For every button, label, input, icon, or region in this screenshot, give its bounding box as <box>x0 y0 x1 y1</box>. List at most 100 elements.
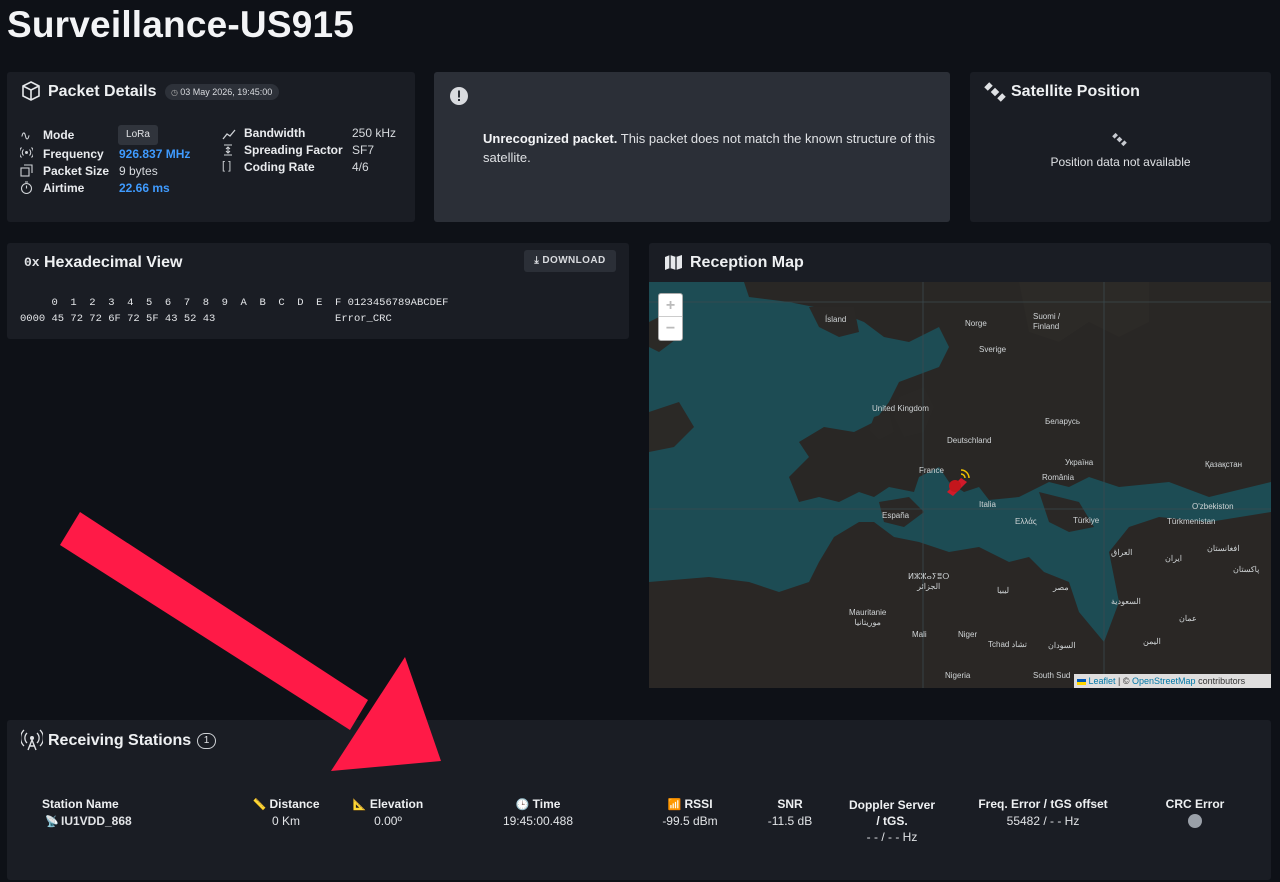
map-label-france: France <box>919 466 944 475</box>
reception-map-title: Reception Map <box>690 254 804 271</box>
satellite-position-title: Satellite Position <box>1011 83 1140 100</box>
map-label-belarus: Беларусь <box>1045 417 1080 426</box>
frequency-label: Frequency <box>43 147 104 161</box>
map-label-algeria: ⵍⵣⵣⴰⵢⴻⵔ الجزائر <box>908 572 950 591</box>
header-doppler-line1: Doppler Server <box>848 798 936 812</box>
clock-small-icon: 🕒 <box>515 799 530 811</box>
map-label-pakistan: پاکستان <box>1233 565 1260 574</box>
map-label-sudan: السودان <box>1048 641 1076 650</box>
alert-message: Unrecognized packet. This packet does no… <box>483 129 938 167</box>
zoom-out-button[interactable]: − <box>659 317 682 340</box>
header-rssi-label: RSSI <box>684 797 713 811</box>
map-label-saudi: السعودية <box>1111 597 1141 606</box>
map-zoom-control: + − <box>658 293 683 341</box>
header-crc-error: CRC Error <box>1165 797 1225 811</box>
date-badge-text: 03 May 2026, 19:45:00 <box>180 87 273 97</box>
airtime-label: Airtime <box>43 181 85 195</box>
map-label-nigeria: Nigeria <box>945 671 971 680</box>
map-label-uk: United Kingdom <box>872 404 929 413</box>
header-doppler-line2: / tGS. <box>876 814 908 828</box>
map-label-italia: Italia <box>979 500 996 509</box>
map-label-uzbekistan: O'zbekiston <box>1192 502 1234 511</box>
header-station-name: Station Name <box>42 797 119 811</box>
map-icon <box>664 253 683 277</box>
coding-rate-label: Coding Rate <box>244 160 315 174</box>
map-label-sverige: Sverige <box>979 345 1007 354</box>
hex-view-title: Hexadecimal View <box>44 254 183 271</box>
ukraine-flag-icon <box>1077 678 1086 685</box>
map-label-iran: ایران <box>1165 554 1182 563</box>
header-elevation: 📐 Elevation <box>348 797 428 811</box>
alert-text-line2: satellite. <box>483 150 531 165</box>
map-label-niger: Niger <box>958 630 978 639</box>
cube-icon <box>21 81 41 106</box>
header-distance-label: Distance <box>269 797 320 811</box>
map-label-tchad: Tchad تشاد <box>988 640 1027 649</box>
receiving-stations-title: Receiving Stations <box>48 732 192 749</box>
timer-icon <box>20 181 33 199</box>
map-label-libya: ليبيا <box>997 586 1010 595</box>
spreading-factor-icon <box>222 143 234 161</box>
map-label-yemen: اليمن <box>1143 637 1161 646</box>
map-label-turkmenistan: Türkmenistan <box>1167 517 1216 526</box>
hex-icon: 0x <box>24 255 40 270</box>
header-snr: SNR <box>777 797 803 811</box>
stations-count-badge: 1 <box>197 733 216 749</box>
station-name-cell[interactable]: IU1VDD_868 <box>61 814 132 828</box>
map-label-afghanistan: افغانستان <box>1207 544 1240 553</box>
brackets-icon: [ ] <box>222 160 232 172</box>
snr-cell: -11.5 dB <box>767 814 813 828</box>
date-badge: ◷ 03 May 2026, 19:45:00 <box>165 84 280 100</box>
header-distance: 📏 Distance <box>245 797 327 811</box>
map-label-espana: España <box>882 511 910 520</box>
info-icon <box>449 86 469 111</box>
packet-details-title: Packet Details <box>48 83 157 100</box>
reception-map[interactable]: Ísland Norge Suomi / Finland Sverige Uni… <box>649 282 1271 688</box>
satellite-icon <box>984 81 1006 108</box>
doppler-cell: - - / - - Hz <box>866 830 918 844</box>
map-label-suomi: Suomi / Finland <box>1033 312 1061 331</box>
satellite-dish-icon: 📡 <box>45 816 59 828</box>
map-label-mauritanie: Mauritanie موريتانيا <box>849 608 887 627</box>
page-title: Surveillance-US915 <box>7 4 355 45</box>
hex-header-row: 0 1 2 3 4 5 6 7 8 9 A B C D E F 01234567… <box>20 297 449 309</box>
time-cell: 19:45:00.488 <box>502 814 574 828</box>
hex-data-row: 0000 45 72 72 6F 72 5F 43 52 43 Error_CR… <box>20 313 392 325</box>
spreading-factor-label: Spreading Factor <box>244 143 343 157</box>
crc-status-indicator <box>1188 814 1202 828</box>
leaflet-link[interactable]: Leaflet <box>1089 676 1116 686</box>
map-label-ukraina: Україна <box>1065 458 1094 467</box>
zoom-in-button[interactable]: + <box>659 294 682 317</box>
rssi-cell: -99.5 dBm <box>662 814 718 828</box>
spreading-factor-value: SF7 <box>352 143 375 157</box>
map-label-norge: Norge <box>965 319 987 328</box>
elevation-cell: 0.00º <box>374 814 402 828</box>
packet-size-icon <box>20 164 33 182</box>
packet-size-value: 9 bytes <box>119 164 158 178</box>
download-label: DOWNLOAD <box>542 255 606 266</box>
download-button[interactable]: ⤓ DOWNLOAD <box>524 250 616 272</box>
position-unavailable-text: Position data not available <box>1050 155 1191 169</box>
header-time: 🕒 Time <box>498 797 578 811</box>
bandwidth-label: Bandwidth <box>244 126 306 140</box>
distance-cell: 0 Km <box>271 814 300 828</box>
attribution-tail: contributors <box>1195 676 1246 686</box>
clock-icon: ◷ <box>171 88 181 97</box>
mode-chip: LoRa <box>118 125 158 145</box>
bandwidth-value: 250 kHz <box>352 126 397 140</box>
header-freq-error: Freq. Error / tGS offset <box>978 797 1108 811</box>
antenna-icon <box>19 729 45 756</box>
map-label-iraq: العراق <box>1111 548 1133 557</box>
openstreetmap-link[interactable]: OpenStreetMap <box>1132 676 1196 686</box>
attribution-separator: | © <box>1115 676 1133 686</box>
map-label-island: Ísland <box>825 315 847 324</box>
ruler-icon: 📏 <box>252 799 267 811</box>
signal-bars-icon: 📶 <box>667 799 682 811</box>
arrow-shaft <box>60 512 368 730</box>
frequency-value: 926.837 MHz <box>119 147 191 161</box>
map-label-south-sudan: South Sud <box>1033 671 1071 680</box>
freq-error-cell: 55482 / - - Hz <box>1006 814 1080 828</box>
alert-text: This packet does not match the known str… <box>617 131 936 146</box>
angle-icon: 📐 <box>352 799 367 811</box>
packet-size-label: Packet Size <box>43 164 110 178</box>
